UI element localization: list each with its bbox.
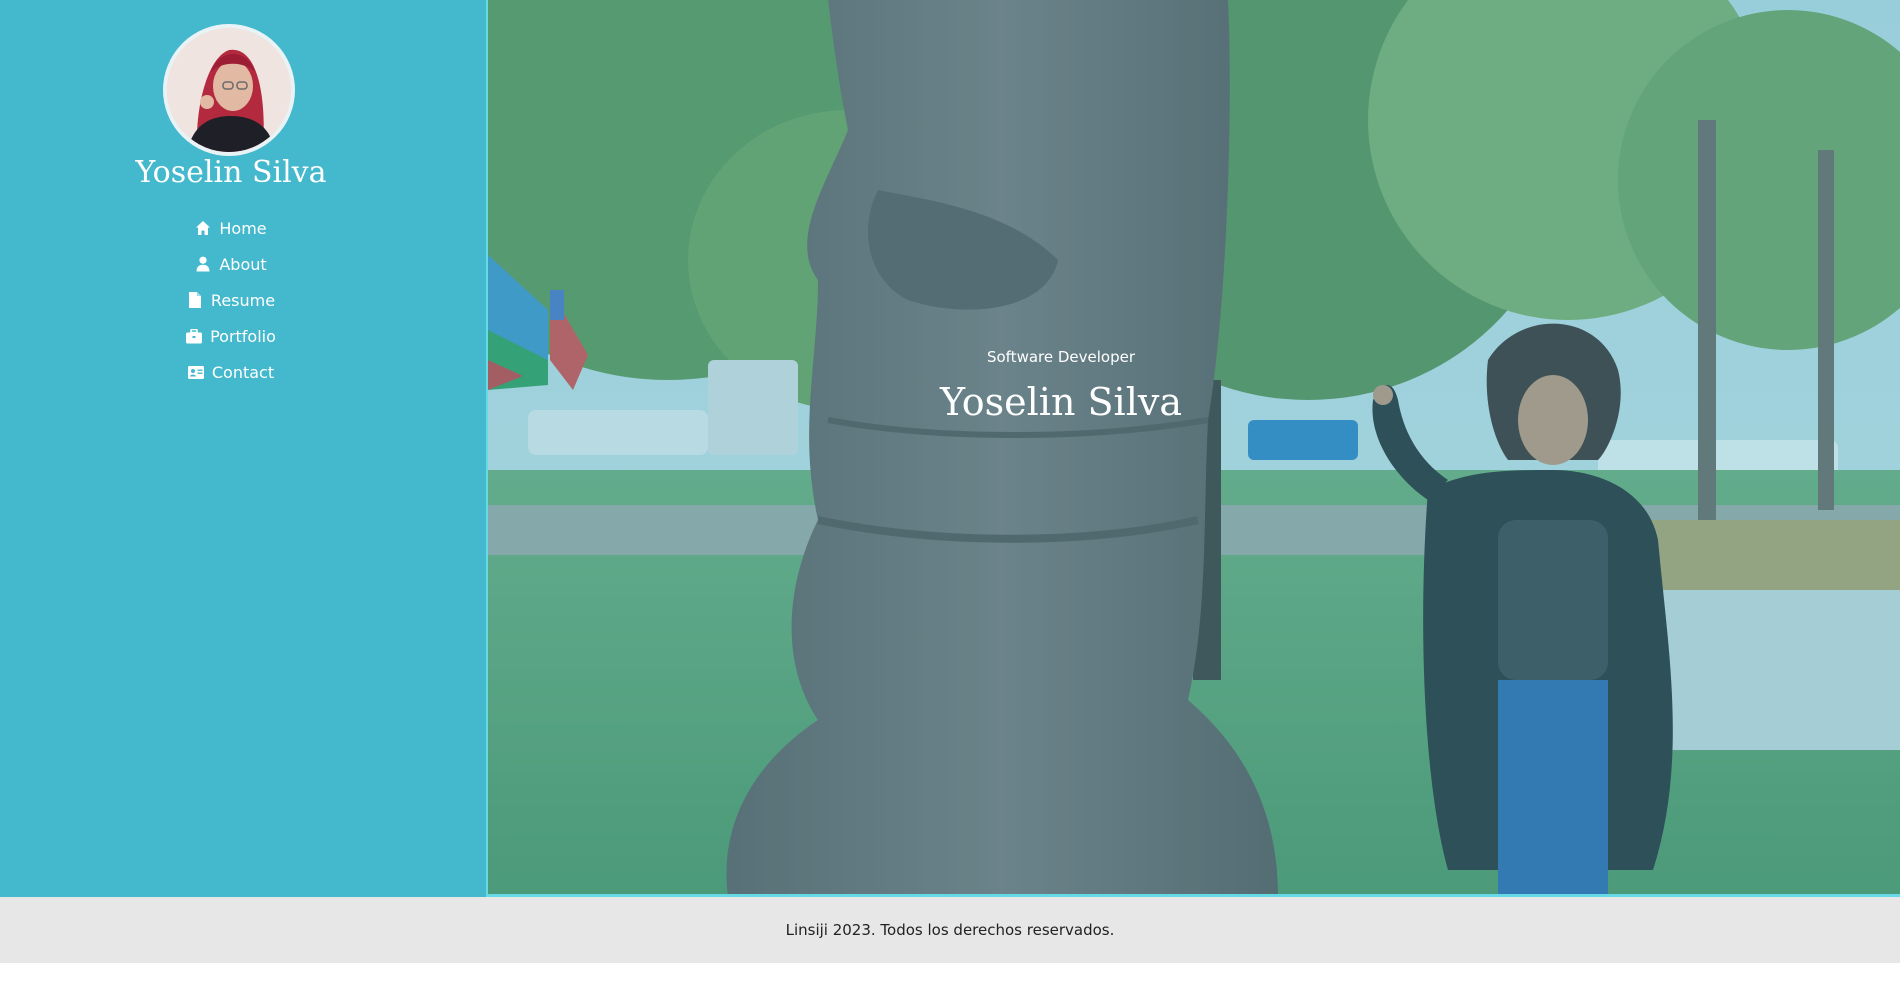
contact-card-icon: [187, 364, 204, 380]
briefcase-icon: [186, 328, 203, 344]
nav-item-label: Portfolio: [210, 326, 276, 346]
avatar: [163, 24, 295, 156]
profile-photo: [167, 28, 291, 152]
sidebar-nav: Home About Resume Portfolio Contact: [0, 210, 462, 390]
nav-item-contact[interactable]: Contact: [0, 354, 462, 390]
nav-item-label: Home: [219, 218, 267, 238]
hero-title: Yoselin Silva: [940, 380, 1182, 424]
hero-overlay: [488, 0, 1900, 894]
nav-item-label: Contact: [211, 362, 275, 382]
footer: Linsiji 2023. Todos los derechos reserva…: [0, 897, 1900, 963]
sidebar: Yoselin Silva Home About Resume Portfoli…: [0, 0, 486, 897]
footer-copyright: Linsiji 2023. Todos los derechos reserva…: [785, 921, 1115, 939]
nav-item-resume[interactable]: Resume: [0, 282, 462, 318]
nav-item-label: Resume: [210, 290, 276, 310]
sidebar-name: Yoselin Silva: [135, 155, 327, 190]
nav-item-portfolio[interactable]: Portfolio: [0, 318, 462, 354]
hero-banner: Software Developer Yoselin Silva: [486, 0, 1900, 897]
nav-item-home[interactable]: Home: [0, 210, 462, 246]
nav-item-about[interactable]: About: [0, 246, 462, 282]
nav-item-label: About: [219, 254, 267, 274]
user-icon: [195, 256, 211, 272]
file-icon: [187, 292, 203, 308]
hero-subtitle: Software Developer: [986, 348, 1136, 366]
home-icon: [195, 220, 211, 236]
